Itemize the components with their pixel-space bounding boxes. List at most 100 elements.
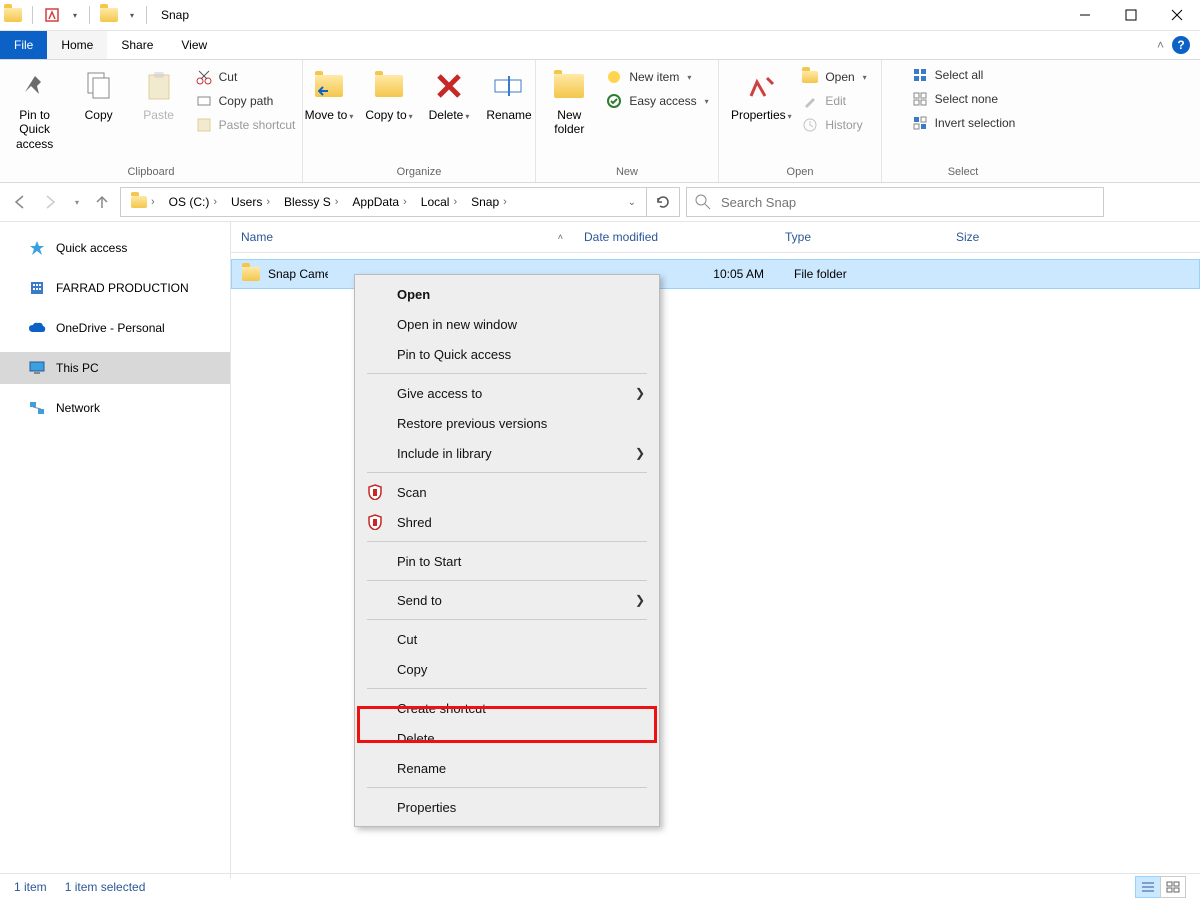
tab-file[interactable]: File — [0, 31, 47, 59]
copy-button[interactable]: Copy — [69, 64, 129, 126]
history-button[interactable]: History — [801, 116, 866, 134]
paste-shortcut-button[interactable]: Paste shortcut — [195, 116, 296, 134]
ctx-create-shortcut[interactable]: Create shortcut — [357, 693, 657, 723]
group-clipboard: Pin to Quick access Copy Paste Cut Copy … — [0, 60, 303, 182]
ctx-give-access-to[interactable]: Give access to❯ — [357, 378, 657, 408]
group-label: Clipboard — [127, 164, 174, 180]
qat-properties-icon[interactable] — [41, 4, 63, 26]
select-all-button[interactable]: Select all — [911, 66, 1016, 84]
window-title: Snap — [161, 8, 189, 22]
divider — [32, 6, 33, 24]
window-controls — [1062, 0, 1200, 30]
title-bar: ▾ ▾ Snap — [0, 0, 1200, 31]
forward-button[interactable] — [38, 190, 62, 214]
breadcrumb-seg[interactable]: Snap› — [465, 188, 513, 216]
divider — [89, 6, 90, 24]
sidebar-item-quick-access[interactable]: Quick access — [0, 232, 230, 264]
properties-icon — [743, 68, 779, 104]
view-mode-buttons — [1136, 876, 1186, 898]
sidebar-item-farrad[interactable]: FARRAD PRODUCTION — [0, 272, 230, 304]
back-button[interactable] — [8, 190, 32, 214]
copy-icon — [81, 68, 117, 104]
new-folder-button[interactable]: New folder — [539, 64, 599, 141]
invert-selection-button[interactable]: Invert selection — [911, 114, 1016, 132]
ctx-scan[interactable]: Scan — [357, 477, 657, 507]
search-icon — [695, 194, 711, 210]
ctx-open[interactable]: Open — [357, 279, 657, 309]
col-date[interactable]: Date modified — [574, 222, 775, 252]
open-button[interactable]: Open▾ — [801, 68, 866, 86]
ctx-properties[interactable]: Properties — [357, 792, 657, 822]
ctx-send-to[interactable]: Send to❯ — [357, 585, 657, 615]
col-size[interactable]: Size — [946, 222, 1057, 252]
recent-dropdown[interactable]: ▾ — [68, 190, 84, 214]
cut-button[interactable]: Cut — [195, 68, 296, 86]
separator — [367, 787, 647, 788]
breadcrumb-seg[interactable]: Local› — [415, 188, 463, 216]
ctx-pin-start[interactable]: Pin to Start — [357, 546, 657, 576]
search-input[interactable] — [719, 194, 1095, 211]
tab-view[interactable]: View — [167, 31, 221, 59]
maximize-button[interactable] — [1108, 0, 1154, 30]
copy-path-button[interactable]: Copy path — [195, 92, 296, 110]
paste-button[interactable]: Paste — [129, 64, 189, 126]
ctx-include-library[interactable]: Include in library❯ — [357, 438, 657, 468]
select-none-button[interactable]: Select none — [911, 90, 1016, 108]
help-icon[interactable]: ? — [1172, 36, 1190, 54]
collapse-ribbon-icon[interactable]: ˄ — [1157, 38, 1164, 52]
separator — [367, 541, 647, 542]
ctx-pin-quick-access[interactable]: Pin to Quick access — [357, 339, 657, 369]
view-icons-button[interactable] — [1160, 876, 1186, 898]
move-to-button[interactable]: Move to▾ — [299, 64, 359, 126]
up-button[interactable] — [90, 190, 114, 214]
breadcrumb-seg[interactable]: Blessy S› — [278, 188, 344, 216]
ctx-copy[interactable]: Copy — [357, 654, 657, 684]
star-icon — [28, 239, 46, 257]
properties-button[interactable]: Properties▾ — [727, 64, 795, 126]
ctx-delete[interactable]: Delete — [357, 723, 657, 753]
tab-share[interactable]: Share — [107, 31, 167, 59]
breadcrumb-seg[interactable]: AppData› — [346, 188, 412, 216]
easy-access-button[interactable]: Easy access▾ — [605, 92, 708, 110]
pin-to-quick-access-button[interactable]: Pin to Quick access — [1, 64, 69, 155]
select-all-icon — [911, 66, 929, 84]
ctx-open-new-window[interactable]: Open in new window — [357, 309, 657, 339]
group-organize: Move to▾ Copy to▾ Delete▾ Rename Organiz… — [303, 60, 536, 182]
new-item-button[interactable]: New item▾ — [605, 68, 708, 86]
sidebar-item-network[interactable]: Network — [0, 392, 230, 424]
refresh-button[interactable] — [647, 187, 680, 217]
pin-icon — [17, 68, 53, 104]
building-icon — [28, 279, 46, 297]
address-bar[interactable]: › OS (C:)› Users› Blessy S› AppData› Loc… — [120, 187, 647, 217]
cloud-icon — [28, 319, 46, 337]
rename-button[interactable]: Rename — [479, 64, 539, 126]
quick-access-toolbar: ▾ ▾ — [0, 0, 140, 30]
ctx-shred[interactable]: Shred — [357, 507, 657, 537]
breadcrumb-seg[interactable]: Users› — [225, 188, 276, 216]
monitor-icon — [28, 359, 46, 377]
copy-to-button[interactable]: Copy to▾ — [359, 64, 419, 126]
col-name[interactable]: Name˄ — [231, 222, 574, 252]
view-details-button[interactable] — [1135, 876, 1161, 898]
minimize-button[interactable] — [1062, 0, 1108, 30]
col-type[interactable]: Type — [775, 222, 946, 252]
breadcrumb-root[interactable]: › — [125, 188, 161, 216]
search-box[interactable] — [686, 187, 1104, 217]
qat-dropdown-icon[interactable]: ▾ — [124, 4, 138, 26]
ctx-cut[interactable]: Cut — [357, 624, 657, 654]
ctx-restore-previous[interactable]: Restore previous versions — [357, 408, 657, 438]
qat-dropdown-icon[interactable]: ▾ — [67, 4, 81, 26]
delete-button[interactable]: Delete▾ — [419, 64, 479, 126]
sidebar-item-this-pc[interactable]: This PC — [0, 352, 230, 384]
breadcrumb-seg[interactable]: OS (C:)› — [163, 188, 223, 216]
ctx-rename[interactable]: Rename — [357, 753, 657, 783]
edit-button[interactable]: Edit — [801, 92, 866, 110]
sidebar-item-onedrive[interactable]: OneDrive - Personal — [0, 312, 230, 344]
tab-home[interactable]: Home — [47, 31, 107, 59]
sidebar: Quick access FARRAD PRODUCTION OneDrive … — [0, 222, 231, 878]
history-icon — [801, 116, 819, 134]
close-button[interactable] — [1154, 0, 1200, 30]
folder-icon — [242, 267, 260, 281]
address-dropdown[interactable]: ⌄ — [620, 188, 642, 216]
delete-icon — [431, 68, 467, 104]
